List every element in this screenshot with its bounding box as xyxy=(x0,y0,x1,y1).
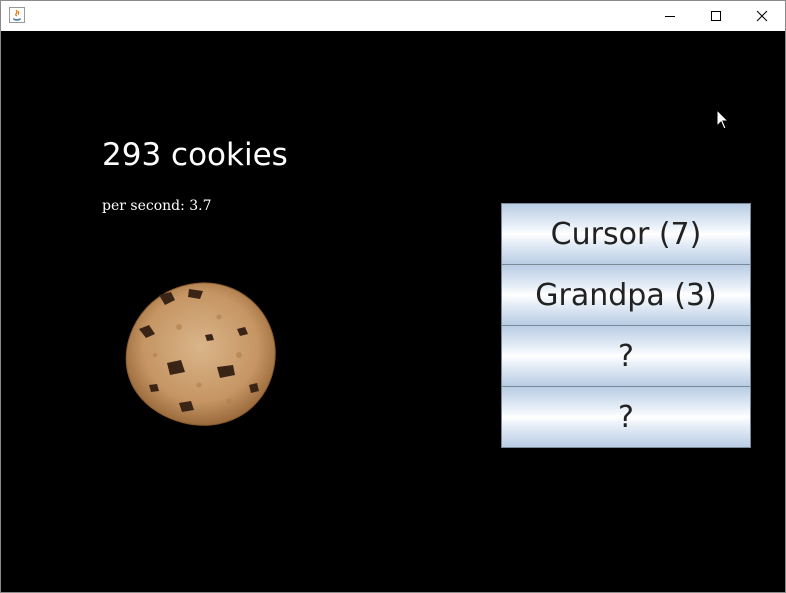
close-icon xyxy=(756,10,768,22)
title-bar[interactable] xyxy=(1,1,785,31)
buy-cursor-button[interactable]: Cursor (7) xyxy=(501,203,751,265)
maximize-icon xyxy=(711,11,721,21)
cookie-button[interactable] xyxy=(119,277,281,429)
per-second-label: per second: 3.7 xyxy=(102,198,212,214)
maximize-button[interactable] xyxy=(693,1,739,31)
java-icon xyxy=(9,7,25,23)
cookie-body xyxy=(125,282,276,426)
app-window: 293 cookies per second: 3.7 Cursor (7) G… xyxy=(0,0,786,593)
shop-panel: Cursor (7) Grandpa (3) ? ? xyxy=(501,203,751,448)
locked-item-button[interactable]: ? xyxy=(501,386,751,448)
close-button[interactable] xyxy=(739,1,785,31)
buy-grandpa-button[interactable]: Grandpa (3) xyxy=(501,264,751,326)
cookie-counter: 293 cookies xyxy=(102,137,288,173)
minimize-button[interactable] xyxy=(647,1,693,31)
mouse-pointer-icon xyxy=(716,109,730,130)
game-area: 293 cookies per second: 3.7 Cursor (7) G… xyxy=(1,31,785,592)
minimize-icon xyxy=(665,16,675,17)
locked-item-button[interactable]: ? xyxy=(501,325,751,387)
